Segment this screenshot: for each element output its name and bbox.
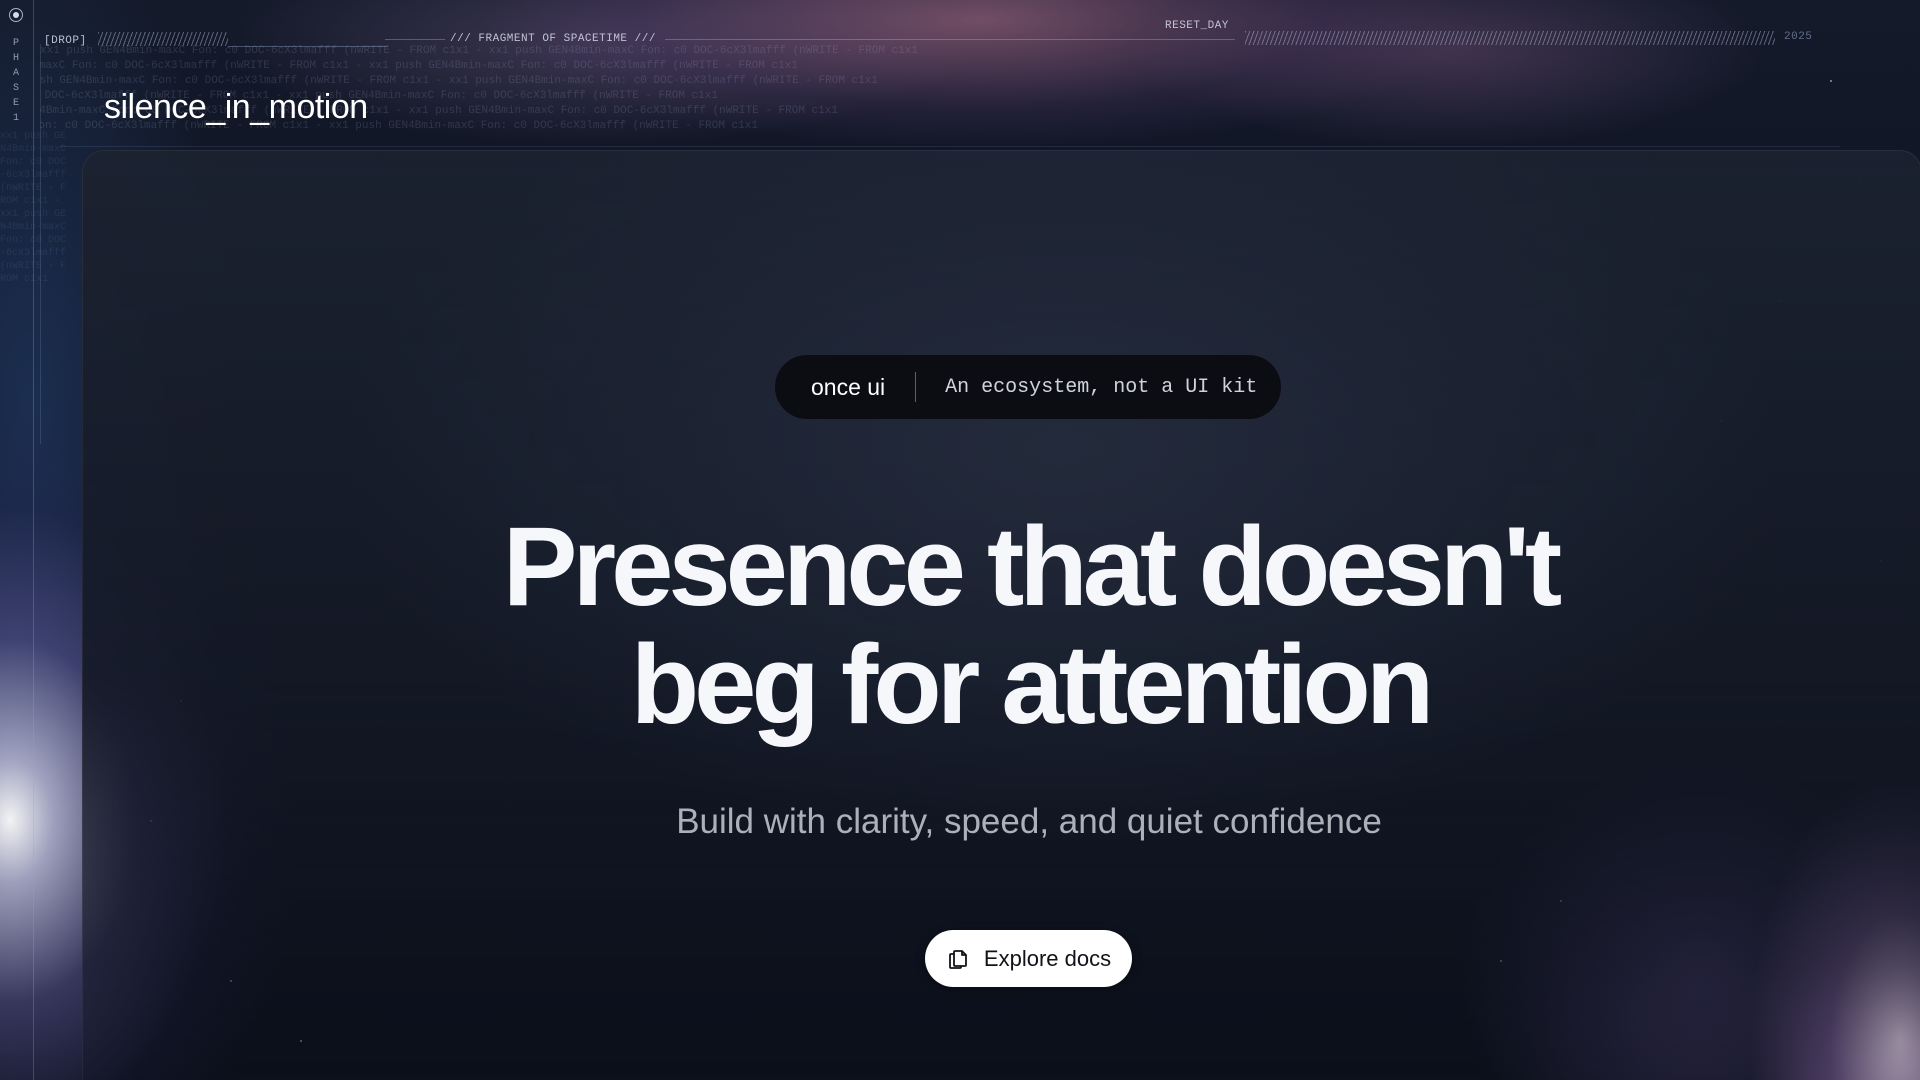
phase-letter: E xyxy=(12,98,19,109)
phase-letter: S xyxy=(12,83,19,94)
phase-label: P H A S E 1 xyxy=(10,36,22,126)
explore-docs-label: Explore docs xyxy=(983,945,1112,971)
hud-line xyxy=(1145,39,1235,40)
page-stage: xx1 push GEN4Bmin-maxC Fon: c0 DOC-6cX3l… xyxy=(0,0,1920,1080)
explore-docs-button[interactable]: Explore docs xyxy=(925,930,1132,987)
hero-subheadline: Build with clarity, speed, and quiet con… xyxy=(676,802,1382,841)
badge-tagline: An ecosystem, not a UI kit xyxy=(945,375,1258,399)
hud-side-rail-inner xyxy=(40,44,41,444)
headline-line: beg for attention xyxy=(630,622,1434,747)
year-label: 2025 xyxy=(1784,31,1813,43)
phase-letter: P xyxy=(12,38,19,49)
target-icon xyxy=(9,8,23,22)
star xyxy=(1830,80,1832,82)
phase-letter: A xyxy=(12,68,19,79)
hud-hatch-left xyxy=(98,32,228,46)
phase-letter: H xyxy=(12,53,19,64)
hud-hatch-right xyxy=(1245,31,1775,45)
hero-headline: Presence that doesn't beg for attention xyxy=(0,508,1920,744)
badge-brand: once ui xyxy=(811,373,886,400)
code-backdrop-side: xx1 push GEN4Bmin-maxC Fon: c0 DOC-6cX3l… xyxy=(0,131,67,285)
docs-icon xyxy=(946,947,970,971)
hud-line xyxy=(60,146,1840,147)
announcement-badge[interactable]: once ui An ecosystem, not a UI kit xyxy=(775,355,1281,419)
phase-letter: 1 xyxy=(12,113,19,124)
drop-tag: [DROP] xyxy=(44,35,87,47)
hud-line xyxy=(228,46,388,47)
fragment-label: /// FRAGMENT OF SPACETIME /// xyxy=(450,33,656,45)
hud-line xyxy=(385,39,445,40)
hud-line xyxy=(665,39,1145,40)
site-brand[interactable]: silence_in_motion xyxy=(104,88,368,127)
reset-day-label: RESET_DAY xyxy=(1165,20,1229,32)
headline-line: Presence that doesn't xyxy=(502,504,1562,629)
